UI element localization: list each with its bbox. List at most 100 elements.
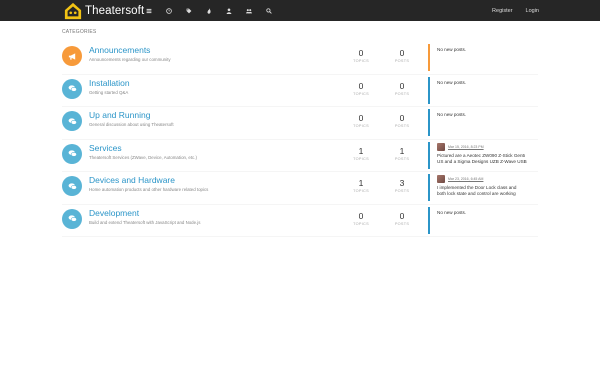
posts-count: 0 POSTS [387, 113, 417, 128]
category-row: Installation Getting started Q&A 0 TOPICS… [62, 75, 540, 107]
post-excerpt[interactable]: Pictured are a Aeotec ZW090 Z-Stick Gen5… [437, 153, 539, 165]
category-icon-circle[interactable] [62, 111, 82, 131]
post-excerpt-line: Pictured are a Aeotec ZW090 Z-Stick Gen5 [437, 152, 526, 158]
last-post: No new posts. [428, 109, 540, 136]
theatersoft-logo-icon [64, 2, 82, 20]
post-excerpt-line: US and a Sigma Designs UZB Z-Wave USB [437, 158, 527, 164]
topics-label: TOPICS [353, 91, 369, 96]
category-row: Devices and Hardware Home automation pro… [62, 172, 538, 205]
register-link[interactable]: Register [492, 8, 512, 14]
no-new-posts: No new posts. [437, 79, 467, 85]
topics-count: 0 TOPICS [346, 48, 376, 63]
category-title[interactable]: Development [89, 208, 139, 218]
category-title[interactable]: Devices and Hardware [89, 175, 175, 185]
last-post: No new posts. [428, 206, 540, 234]
post-excerpt[interactable]: I implemented the Door Lock class and bo… [437, 185, 539, 197]
topics-number: 0 [358, 210, 364, 221]
avatar[interactable] [437, 175, 445, 183]
last-post: No new posts. [428, 76, 540, 104]
posts-label: POSTS [394, 221, 410, 226]
category-list: Announcements Announcements regarding ou… [62, 42, 538, 237]
topics-count: 0 TOPICS [346, 211, 376, 226]
category-description: Theatersoft Services (ZWave, Device, Aut… [89, 154, 197, 160]
comments-icon [68, 117, 77, 125]
posts-label: POSTS [394, 124, 410, 128]
topics-number: 0 [358, 113, 364, 123]
post-timestamp[interactable]: Mar 23, 2016, 6:45 AM [448, 177, 483, 181]
category-row: Announcements Announcements regarding ou… [62, 42, 538, 75]
no-new-posts: No new posts. [437, 112, 467, 117]
posts-label: POSTS [394, 91, 410, 96]
topics-count: 1 TOPICS [346, 178, 376, 193]
category-title[interactable]: Services [89, 143, 122, 153]
no-new-posts: No new posts. [437, 209, 467, 215]
clock-icon [166, 7, 172, 14]
fire-icon [207, 7, 211, 14]
posts-number: 0 [399, 80, 405, 91]
nav-categories[interactable] [139, 0, 159, 21]
posts-label: POSTS [394, 59, 410, 63]
topics-label: TOPICS [353, 124, 369, 128]
category-title[interactable]: Installation [89, 78, 130, 88]
category-title[interactable]: Up and Running [89, 110, 150, 120]
topics-count: 0 TOPICS [346, 81, 376, 96]
category-description: Build and extend Theatersoft with JavaSc… [89, 219, 201, 225]
search-icon [266, 7, 272, 14]
avatar[interactable] [437, 142, 445, 151]
category-icon-circle[interactable] [62, 176, 82, 196]
nav-search[interactable] [259, 0, 279, 21]
category-icon-circle[interactable] [62, 78, 82, 99]
category-description: Getting started Q&A [89, 89, 129, 95]
brand-name: Theatersoft [85, 5, 145, 17]
nav-recent[interactable] [159, 0, 179, 21]
bullhorn-icon [68, 52, 75, 60]
comments-icon [68, 215, 77, 222]
posts-number: 3 [399, 178, 405, 188]
category-row: Up and Running General discussion about … [62, 107, 538, 140]
user-icon [226, 7, 232, 14]
category-icon-circle[interactable] [62, 143, 82, 164]
topics-number: 0 [358, 48, 364, 58]
nav-users[interactable] [219, 0, 239, 21]
category-description: General discussion about using Theaterso… [89, 122, 174, 127]
posts-number: 0 [399, 113, 405, 123]
last-post-meta: Mar 23, 2016, 6:45 AM [437, 175, 483, 183]
topics-number: 0 [358, 80, 364, 91]
posts-number: 0 [399, 210, 405, 221]
posts-count: 3 POSTS [387, 178, 417, 193]
group-icon [246, 8, 252, 13]
list-icon [146, 8, 152, 13]
category-row: Development Build and extend Theatersoft… [62, 205, 540, 237]
posts-label: POSTS [394, 156, 410, 161]
category-title[interactable]: Announcements [89, 45, 150, 55]
posts-number: 1 [399, 145, 405, 156]
posts-count: 1 POSTS [387, 146, 417, 161]
posts-count: 0 POSTS [387, 211, 417, 226]
topics-count: 0 TOPICS [346, 113, 376, 128]
nav-groups[interactable] [239, 0, 259, 21]
nav-popular[interactable] [199, 0, 219, 21]
main-nav [139, 0, 279, 21]
topics-label: TOPICS [353, 59, 369, 63]
login-link[interactable]: Login [526, 8, 539, 14]
posts-label: POSTS [394, 189, 410, 193]
last-post[interactable]: Mar 23, 2016, 6:45 AM I implemented the … [428, 174, 540, 201]
last-post[interactable]: Mar 15, 2016, 8:23 PM Pictured are a Aeo… [428, 141, 540, 169]
post-excerpt-line: both lock state and control are working [437, 191, 516, 196]
topics-number: 1 [358, 178, 364, 188]
comments-icon [68, 182, 77, 190]
category-icon-circle[interactable] [62, 208, 82, 229]
comments-icon [68, 150, 77, 157]
last-post-meta: Mar 15, 2016, 8:23 PM [437, 142, 484, 151]
topics-count: 1 TOPICS [346, 146, 376, 161]
post-timestamp[interactable]: Mar 15, 2016, 8:23 PM [448, 145, 484, 149]
nav-tags[interactable] [179, 0, 199, 21]
brand-home-link[interactable]: Theatersoft [64, 2, 144, 20]
category-row: Services Theatersoft Services (ZWave, De… [62, 140, 540, 172]
posts-number: 0 [399, 48, 405, 58]
category-icon-circle[interactable] [62, 46, 82, 66]
last-post: No new posts. [428, 44, 540, 71]
tags-icon [186, 8, 192, 13]
topics-label: TOPICS [353, 156, 369, 161]
topics-label: TOPICS [353, 221, 369, 226]
